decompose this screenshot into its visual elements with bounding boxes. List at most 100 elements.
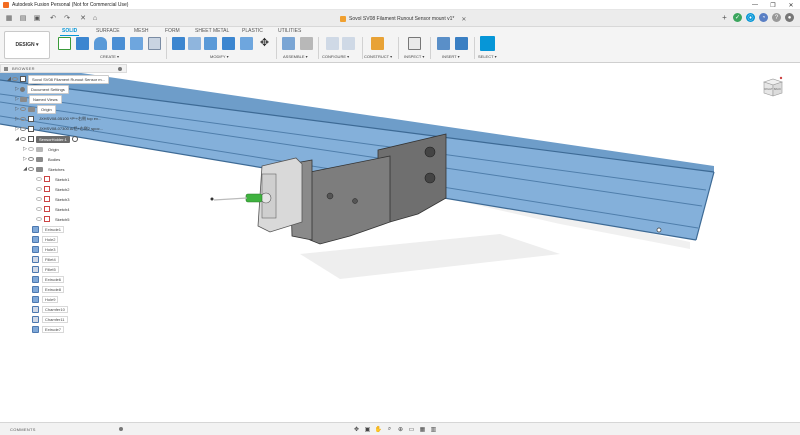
tab-mesh[interactable]: MESH: [134, 28, 148, 34]
visibility-icon[interactable]: [28, 167, 34, 171]
fillet-icon[interactable]: [188, 37, 201, 50]
viewcube-svg[interactable]: RIGHT BACK: [760, 74, 786, 100]
configure-menu[interactable]: CONFIGURE ▾: [322, 54, 349, 59]
redo-icon[interactable]: ↷: [62, 13, 72, 23]
tree-row-bodies[interactable]: ▷ Bodies: [22, 155, 63, 163]
collapse-icon[interactable]: [4, 66, 8, 71]
maximize-button[interactable]: ❐: [764, 0, 782, 10]
pattern-icon[interactable]: [130, 37, 143, 50]
bracket-plate[interactable]: [377, 133, 447, 223]
box-icon[interactable]: [148, 37, 161, 50]
visibility-icon[interactable]: [20, 117, 26, 121]
bracket-arm[interactable]: [309, 155, 391, 245]
comments-pin-icon[interactable]: [119, 427, 123, 431]
tree-row-sketches[interactable]: ◢ Sketches: [22, 165, 67, 173]
tree-row-origin[interactable]: ▷ Origin: [22, 145, 62, 153]
feature-hole2[interactable]: Hole2: [32, 235, 59, 243]
feature-hole3[interactable]: Hole3: [32, 245, 59, 253]
inspect-menu[interactable]: INSPECT ▾: [404, 54, 424, 59]
comments-panel[interactable]: COMMENTS: [0, 423, 127, 435]
tree-row-sensorholder[interactable]: ◢ SensorHolder:1: [14, 135, 78, 143]
orbit-icon[interactable]: ✥: [352, 425, 361, 433]
close-file-icon[interactable]: ✕: [78, 13, 88, 23]
browser-pin-icon[interactable]: [118, 67, 122, 71]
look-at-icon[interactable]: ▣: [363, 425, 372, 433]
feature-extrude1[interactable]: Extrude1: [32, 225, 65, 233]
feature-fillet5[interactable]: Fillet5: [32, 265, 59, 273]
tree-row-sketch[interactable]: Sketch2: [36, 185, 72, 193]
tree-row-origin[interactable]: ▷ Origin: [14, 104, 56, 114]
feature-extrude7[interactable]: Extrude7: [32, 325, 65, 333]
home-icon[interactable]: ⌂: [90, 13, 100, 23]
feature-chamfer10[interactable]: Chamfer10: [32, 305, 68, 313]
select-icon[interactable]: [480, 36, 495, 51]
tree-row-component[interactable]: ▷ JXHSV08-05100 *P*+右侧 top ex...: [14, 115, 104, 123]
document-tab[interactable]: Sovol SV08 Filament Runout Sensor mount …: [336, 12, 470, 26]
visibility-icon[interactable]: [28, 147, 34, 151]
hole-icon[interactable]: [112, 37, 125, 50]
visibility-icon[interactable]: [36, 217, 42, 221]
job-status-icon[interactable]: ✓: [733, 13, 742, 22]
visibility-icon[interactable]: [36, 207, 42, 211]
activate-radio-icon[interactable]: [71, 136, 78, 142]
table-icon[interactable]: [342, 37, 355, 50]
extensions-icon[interactable]: ⦿: [746, 13, 755, 22]
construct-menu[interactable]: CONSTRUCT ▾: [364, 54, 392, 59]
visibility-icon[interactable]: [36, 197, 42, 201]
modify-menu[interactable]: MODIFY ▾: [210, 54, 229, 59]
new-component-icon[interactable]: [282, 37, 295, 50]
tree-row-sketch[interactable]: Sketch1: [36, 175, 72, 183]
undo-icon[interactable]: ↶: [48, 13, 58, 23]
new-tab-icon[interactable]: +: [720, 13, 729, 22]
tree-row-sketch[interactable]: Sketch5: [36, 215, 72, 223]
tree-row-document-settings[interactable]: ▷ Document Settings: [14, 84, 69, 94]
revolve-icon[interactable]: [94, 37, 107, 50]
tree-row-sketch[interactable]: Sketch3: [36, 195, 72, 203]
user-avatar[interactable]: ●: [785, 13, 794, 22]
shell-icon[interactable]: [222, 37, 235, 50]
file-menu-icon[interactable]: ▤: [18, 13, 28, 23]
move-copy-icon[interactable]: ✥: [258, 37, 271, 50]
tab-sheet-metal[interactable]: SHEET METAL: [195, 28, 229, 34]
feature-hole9[interactable]: Hole9: [32, 295, 59, 303]
minimize-button[interactable]: —: [746, 0, 764, 10]
visibility-icon[interactable]: [28, 157, 34, 161]
visibility-icon[interactable]: [20, 107, 26, 111]
insert-menu[interactable]: INSERT ▾: [442, 54, 460, 59]
zoom-window-icon[interactable]: ⊕: [396, 425, 405, 433]
close-tab-icon[interactable]: ✕: [461, 16, 466, 23]
zoom-icon[interactable]: ⌕: [385, 425, 394, 433]
create-sketch-icon[interactable]: [58, 37, 71, 50]
joint-icon[interactable]: [300, 37, 313, 50]
close-window-button[interactable]: ✕: [782, 0, 800, 10]
display-settings-icon[interactable]: ▭: [407, 425, 416, 433]
tab-form[interactable]: FORM: [165, 28, 180, 34]
visibility-icon[interactable]: [36, 187, 42, 191]
insert-derive-icon[interactable]: [437, 37, 450, 50]
rail-front-face[interactable]: [0, 80, 714, 240]
save-icon[interactable]: ▣: [32, 13, 42, 23]
press-pull-icon[interactable]: [172, 37, 185, 50]
configure-icon[interactable]: [326, 37, 339, 50]
browser-header[interactable]: BROWSER: [0, 64, 127, 73]
assemble-menu[interactable]: ASSEMBLE ▾: [283, 54, 308, 59]
chamfer-icon[interactable]: [204, 37, 217, 50]
canvas-viewport[interactable]: [0, 64, 800, 422]
grid-settings-icon[interactable]: ▦: [418, 425, 427, 433]
model-viewport-svg[interactable]: [0, 64, 800, 422]
visibility-icon[interactable]: [20, 137, 26, 141]
tree-row-component[interactable]: ▷ JXHSV08-07300 AI铝+右侧2 spoc...: [14, 125, 106, 133]
offset-plane-icon[interactable]: [371, 37, 384, 50]
bracket-side[interactable]: [289, 159, 313, 241]
visibility-icon[interactable]: [20, 127, 26, 131]
viewports-icon[interactable]: ▥: [429, 425, 438, 433]
sensor-body[interactable]: [257, 157, 303, 233]
help-icon[interactable]: ?: [772, 13, 781, 22]
tree-row-named-views[interactable]: ▷ Named Views: [14, 94, 62, 104]
combine-icon[interactable]: [240, 37, 253, 50]
select-menu[interactable]: SELECT ▾: [478, 54, 497, 59]
visibility-icon[interactable]: [36, 177, 42, 181]
tab-utilities[interactable]: UTILITIES: [278, 28, 301, 34]
tab-surface[interactable]: SURFACE: [96, 28, 120, 34]
viewcube-home-icon[interactable]: [779, 76, 783, 80]
